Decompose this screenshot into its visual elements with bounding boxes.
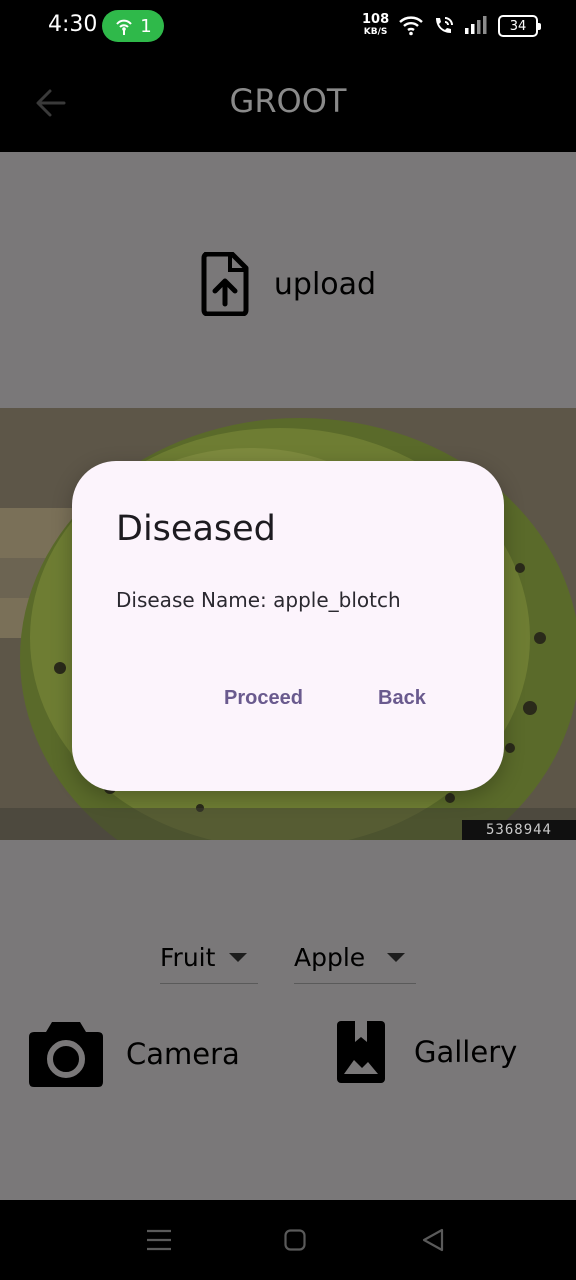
wifi-icon xyxy=(399,16,423,36)
camera-icon xyxy=(29,1022,103,1087)
home-icon[interactable] xyxy=(284,1229,306,1251)
camera-label: Camera xyxy=(126,1037,240,1071)
page-title: GROOT xyxy=(229,82,347,120)
dialog-title: Diseased xyxy=(116,509,276,549)
status-icons xyxy=(398,14,490,36)
back-nav-icon[interactable] xyxy=(421,1228,445,1252)
proceed-button[interactable]: Proceed xyxy=(224,687,303,710)
back-button[interactable]: Back xyxy=(378,687,426,710)
recent-apps-icon[interactable] xyxy=(146,1228,172,1252)
app-bar: GROOT xyxy=(0,52,576,152)
chevron-down-icon xyxy=(229,953,248,962)
gallery-button[interactable]: Gallery xyxy=(336,1020,517,1084)
system-nav-bar xyxy=(0,1200,576,1280)
hotspot-icon xyxy=(116,19,133,35)
signal-icon xyxy=(465,16,487,34)
network-speed: 108 KB/S xyxy=(362,12,390,38)
camera-button[interactable]: Camera xyxy=(28,1020,240,1088)
category-dropdown[interactable]: Fruit xyxy=(160,932,258,984)
chevron-down-icon xyxy=(387,953,406,962)
photo-album-icon xyxy=(337,1021,385,1083)
plant-dropdown-value: Apple xyxy=(294,943,366,972)
plant-dropdown[interactable]: Apple xyxy=(294,932,416,984)
upload-button[interactable]: upload xyxy=(0,252,576,316)
hotspot-count: 1 xyxy=(140,15,152,37)
photo-id-label: 5368944 xyxy=(462,820,576,840)
status-time: 4:30 xyxy=(48,12,98,37)
upload-label: upload xyxy=(273,266,377,302)
dialog-body: Disease Name: apple_blotch xyxy=(116,588,401,612)
result-dialog: Diseased Disease Name: apple_blotch Proc… xyxy=(72,461,504,791)
category-dropdown-value: Fruit xyxy=(160,943,216,972)
network-speed-value: 108 xyxy=(362,12,390,27)
gallery-label: Gallery xyxy=(414,1035,518,1069)
wifi-calling-icon xyxy=(436,17,453,33)
battery-indicator: 34 xyxy=(498,15,541,37)
network-speed-unit: KB/S xyxy=(363,27,388,37)
file-upload-icon xyxy=(201,252,249,316)
battery-level: 34 xyxy=(509,18,527,34)
status-bar: 4:30 1 108 KB/S 34 xyxy=(0,0,576,52)
hotspot-indicator[interactable]: 1 xyxy=(102,10,164,42)
